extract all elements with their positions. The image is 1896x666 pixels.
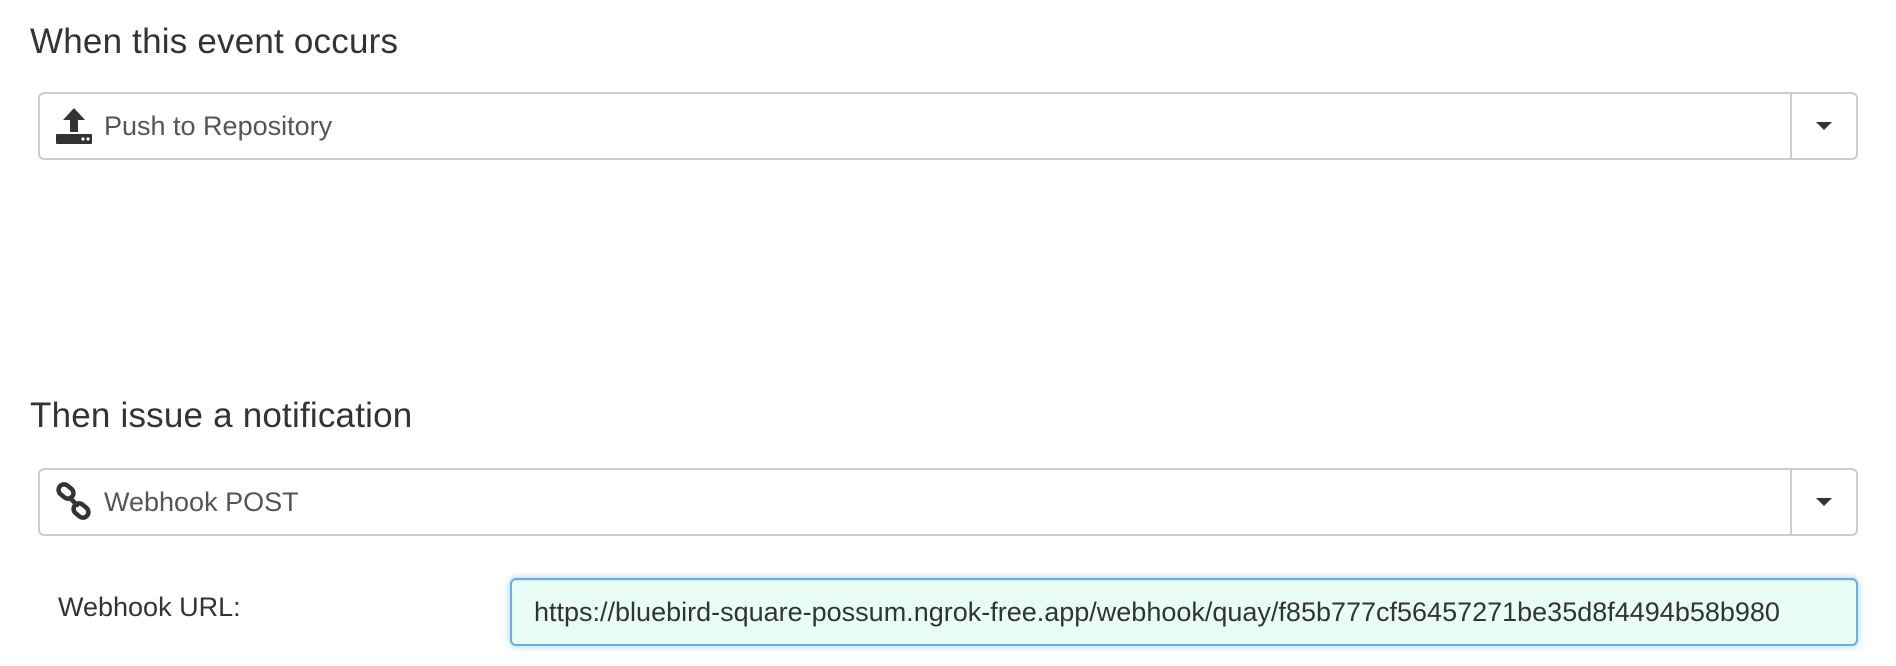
notification-method-toggle[interactable] — [1790, 470, 1856, 534]
notification-method-label: Webhook POST — [104, 486, 299, 517]
notification-method-dropdown[interactable]: Webhook POST — [38, 468, 1858, 536]
caret-down-icon — [1816, 498, 1832, 506]
notification-section-title: Then issue a notification — [30, 396, 413, 435]
webhook-url-label: Webhook URL: — [58, 592, 241, 622]
caret-down-icon — [1816, 122, 1832, 130]
event-dropdown[interactable]: Push to Repository — [38, 92, 1858, 160]
link-icon — [54, 482, 94, 522]
upload-icon — [54, 106, 94, 146]
event-section-title: When this event occurs — [30, 22, 399, 61]
event-dropdown-label: Push to Repository — [104, 110, 333, 141]
webhook-url-input[interactable] — [510, 578, 1858, 646]
event-dropdown-toggle[interactable] — [1790, 94, 1856, 158]
